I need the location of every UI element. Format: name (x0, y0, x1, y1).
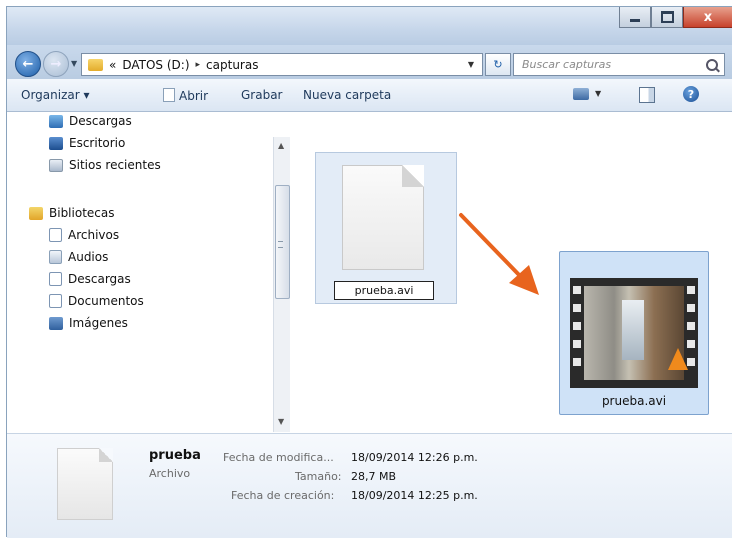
back-button[interactable]: ← (15, 51, 41, 77)
details-size-label: Tamaño: (295, 470, 342, 483)
desktop-icon (49, 136, 63, 150)
file-name-label: prueba.avi (601, 394, 667, 408)
navigation-scrollbar[interactable]: ▲ ▼ (273, 137, 290, 432)
details-created-value[interactable]: 18/09/2014 12:25 p.m. (351, 489, 478, 502)
folder-icon (88, 58, 103, 71)
nav-item-label: Archivos (68, 228, 120, 242)
rename-input[interactable]: prueba.avi (334, 281, 434, 300)
open-button[interactable]: Abrir (163, 88, 208, 103)
nav-item-recent-places[interactable]: Sitios recientes (49, 158, 161, 172)
address-overflow[interactable]: « (109, 58, 116, 72)
recent-places-icon (49, 158, 63, 172)
change-view-icon[interactable] (573, 88, 589, 100)
details-file-type: Archivo (149, 467, 191, 480)
navigation-bar: ← → ▼ « DATOS (D:) ▸ capturas ▼ ↻ Buscar… (7, 45, 732, 79)
file-item-renaming[interactable]: prueba.avi (315, 152, 457, 304)
close-icon: x (703, 9, 713, 25)
forward-arrow-icon: → (50, 56, 62, 72)
command-bar: Organizar ▾ Abrir Grabar Nueva carpeta ▼… (7, 79, 732, 112)
minimize-button[interactable] (619, 7, 651, 28)
downloads-icon (49, 114, 63, 128)
navigation-pane: Descargas Escritorio Sitios recientes Bi… (7, 112, 285, 432)
nav-item-pictures[interactable]: Imágenes (49, 316, 128, 330)
nav-item-downloads[interactable]: Descargas (49, 114, 132, 128)
details-file-icon (57, 448, 113, 520)
back-arrow-icon: ← (22, 56, 34, 72)
help-icon[interactable]: ? (683, 86, 699, 102)
explorer-window: x ← → ▼ « DATOS (D:) ▸ capturas ▼ ↻ Busc… (6, 6, 732, 538)
caption-buttons: x (619, 7, 732, 29)
nav-item-label: Documentos (68, 294, 144, 308)
search-input[interactable]: Buscar capturas (513, 53, 725, 76)
scroll-up-icon[interactable]: ▲ (278, 141, 284, 150)
details-modified-value[interactable]: 18/09/2014 12:26 p.m. (351, 451, 478, 464)
details-modified-label: Fecha de modifica... (223, 451, 334, 464)
downloads-library-icon (49, 272, 62, 286)
file-item-video[interactable]: prueba.avi (559, 251, 709, 415)
address-separator-icon[interactable]: ▸ (196, 60, 201, 70)
scrollbar-grip-icon (278, 241, 283, 248)
search-icon[interactable] (706, 58, 718, 71)
refresh-icon: ↻ (493, 58, 503, 71)
details-created-label: Fecha de creación: (231, 489, 335, 502)
file-icon (163, 88, 175, 102)
nav-item-label: Descargas (68, 272, 131, 286)
title-bar[interactable]: x (7, 7, 732, 45)
vlc-cone-icon (668, 348, 688, 370)
nav-item-label: Audios (68, 250, 109, 264)
details-size-value: 28,7 MB (351, 470, 397, 483)
new-folder-button[interactable]: Nueva carpeta (303, 88, 391, 102)
address-segment-drive[interactable]: DATOS (D:) (122, 58, 189, 72)
nav-item-label: Sitios recientes (69, 158, 161, 172)
details-file-name: prueba (149, 448, 201, 463)
maximize-button[interactable] (651, 7, 683, 28)
nav-item-label: Imágenes (69, 316, 128, 330)
document-library-icon (49, 228, 62, 242)
video-thumbnail-icon (570, 278, 698, 388)
scroll-down-icon[interactable]: ▼ (278, 417, 284, 426)
recent-pages-dropdown-icon[interactable]: ▼ (71, 59, 77, 68)
address-dropdown-icon[interactable]: ▼ (468, 60, 474, 69)
burn-button[interactable]: Grabar (241, 88, 283, 102)
refresh-button[interactable]: ↻ (485, 53, 511, 76)
details-pane: prueba Archivo Fecha de modifica... 18/0… (7, 433, 732, 538)
libraries-icon (29, 206, 43, 220)
close-button[interactable]: x (683, 7, 732, 28)
documents-library-icon (49, 294, 62, 308)
nav-item-documents[interactable]: Documentos (49, 294, 144, 308)
preview-pane-icon[interactable] (639, 87, 655, 103)
nav-item-library-downloads[interactable]: Descargas (49, 272, 131, 286)
nav-item-audio[interactable]: Audios (49, 250, 108, 264)
nav-item-desktop[interactable]: Escritorio (49, 136, 125, 150)
nav-item-files[interactable]: Archivos (49, 228, 119, 242)
address-bar[interactable]: « DATOS (D:) ▸ capturas ▼ (81, 53, 483, 76)
address-segment-folder[interactable]: capturas (206, 58, 258, 72)
nav-item-label: Descargas (69, 114, 132, 128)
organize-menu-button[interactable]: Organizar ▾ (21, 88, 90, 102)
view-dropdown-icon[interactable]: ▼ (595, 89, 601, 98)
nav-item-label: Escritorio (69, 136, 126, 150)
generic-file-icon (342, 165, 424, 270)
orange-arrow-icon (459, 213, 539, 295)
nav-item-libraries[interactable]: Bibliotecas (29, 206, 114, 220)
forward-button[interactable]: → (43, 51, 69, 77)
pictures-library-icon (49, 316, 63, 330)
search-placeholder: Buscar capturas (522, 58, 612, 71)
open-label: Abrir (179, 89, 209, 103)
nav-item-label: Bibliotecas (49, 206, 115, 220)
music-library-icon (49, 250, 62, 264)
